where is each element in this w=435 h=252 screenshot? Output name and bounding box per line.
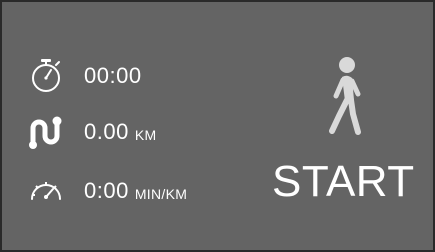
time-stat: 00:00: [26, 58, 142, 94]
distance-unit: KM: [134, 127, 157, 143]
workout-panel: 00:00 0.00 KM 0:00 MIN/KM START: [0, 0, 435, 252]
stopwatch-icon: [26, 58, 66, 94]
pace-stat: 0:00 MIN/KM: [26, 173, 187, 209]
start-button[interactable]: START: [272, 152, 424, 212]
time-value: 00:00: [84, 63, 142, 88]
pace-value: 0:00: [84, 178, 129, 203]
speedometer-icon: [26, 173, 66, 209]
pace-unit: MIN/KM: [134, 186, 188, 202]
walking-person-icon: [320, 56, 374, 136]
distance-stat: 0.00 KM: [26, 114, 156, 150]
distance-value: 0.00: [84, 119, 129, 144]
route-icon: [26, 114, 66, 150]
